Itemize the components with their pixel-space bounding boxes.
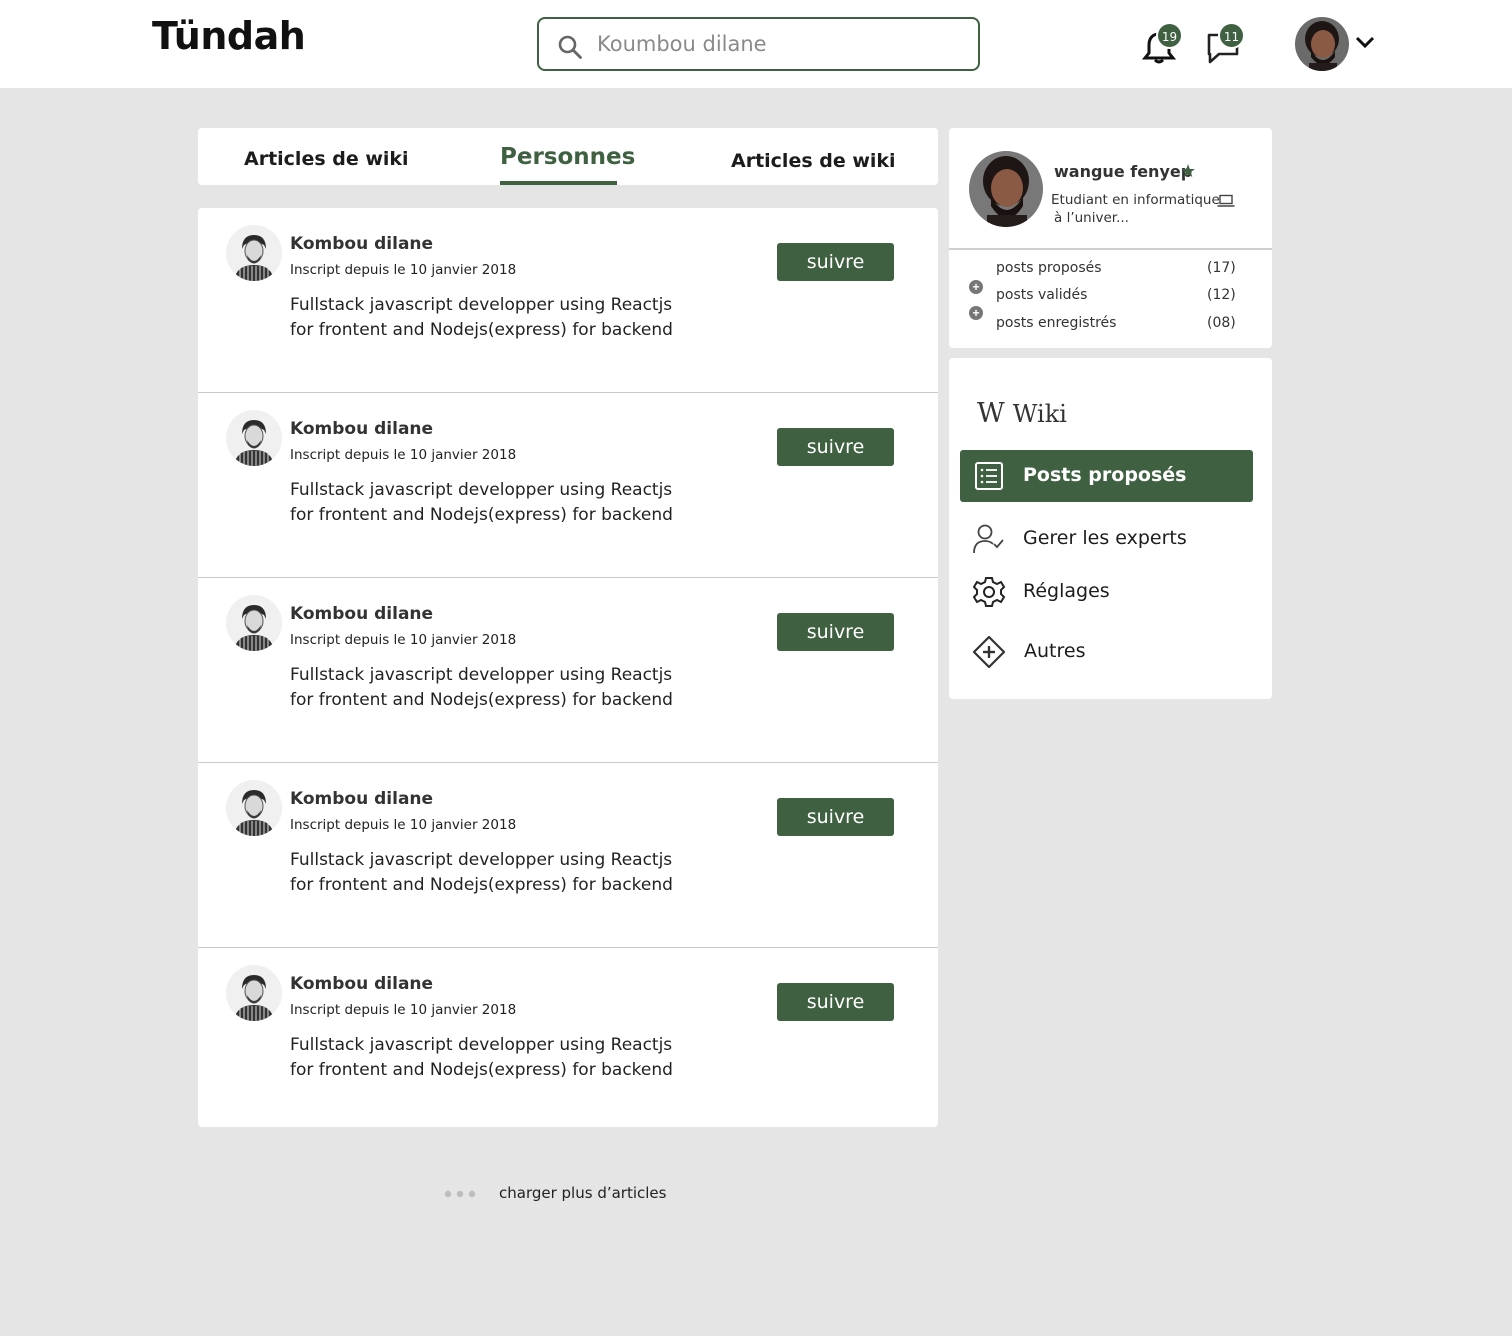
load-more-label[interactable]: charger plus d’articles <box>499 1184 666 1202</box>
stat-posts-valides[interactable]: posts validés <box>996 287 1087 303</box>
nav-reglages[interactable]: Réglages <box>960 566 1253 618</box>
person-since: Inscript depuis le 10 janvier 2018 <box>290 262 517 278</box>
nav-gerer-experts-label: Gerer les experts <box>1023 527 1187 549</box>
nav-reglages-label: Réglages <box>1023 580 1110 602</box>
nav-autres[interactable]: Autres <box>960 626 1253 678</box>
person-description-line2: for frontent and Nodejs(express) for bac… <box>290 690 673 710</box>
tab-bar: Articles de wiki Personnes Articles de w… <box>198 128 938 185</box>
star-icon: ★ <box>1180 161 1197 181</box>
person-name[interactable]: Kombou dilane <box>290 234 433 254</box>
search-box[interactable] <box>537 17 980 71</box>
list-icon <box>975 462 1003 490</box>
search-icon <box>558 35 582 59</box>
person-description: Fullstack javascript developper using Re… <box>290 478 710 528</box>
profile-card: wangue fenyep ★ Etudiant en informatique… <box>949 128 1272 348</box>
nav-posts-proposes[interactable]: Posts proposés <box>960 450 1253 502</box>
nav-posts-proposes-label: Posts proposés <box>1023 464 1187 486</box>
list-item: Kombou dilane Inscript depuis le 10 janvi… <box>198 578 938 763</box>
plus-circle-icon[interactable]: + <box>969 306 983 320</box>
person-description-line2: for frontent and Nodejs(express) for bac… <box>290 875 673 895</box>
wiki-title: W Wiki <box>977 398 1067 429</box>
profile-bio-line2: à l’univer... <box>1054 210 1129 226</box>
notifications-badge: 19 <box>1156 22 1183 49</box>
profile-avatar[interactable] <box>969 151 1043 227</box>
wiki-nav: W Wiki Posts proposés Gerer les experts R… <box>949 358 1272 699</box>
person-description-line2: for frontent and Nodejs(express) for bac… <box>290 505 673 525</box>
plus-circle-icon[interactable]: + <box>969 280 983 294</box>
tab-articles-wiki-2[interactable]: Articles de wiki <box>731 128 896 185</box>
person-since: Inscript depuis le 10 janvier 2018 <box>290 632 517 648</box>
user-avatar[interactable] <box>1295 17 1349 71</box>
person-description-line1: Fullstack javascript developper using Re… <box>290 480 673 500</box>
chevron-down-icon[interactable] <box>1354 34 1376 50</box>
person-since: Inscript depuis le 10 janvier 2018 <box>290 817 517 833</box>
laptop-icon <box>1217 194 1235 207</box>
stat-posts-enregistres[interactable]: posts enregistrés <box>996 315 1116 331</box>
avatar[interactable] <box>226 595 282 651</box>
stat-posts-proposes[interactable]: posts proposés <box>996 260 1102 276</box>
person-description-line1: Fullstack javascript developper using Re… <box>290 1035 673 1055</box>
nav-gerer-experts[interactable]: Gerer les experts <box>960 513 1253 565</box>
nav-autres-label: Autres <box>1024 640 1086 662</box>
person-name[interactable]: Kombou dilane <box>290 789 433 809</box>
follow-button[interactable]: suivre <box>777 243 894 281</box>
follow-button[interactable]: suivre <box>777 613 894 651</box>
follow-button[interactable]: suivre <box>777 798 894 836</box>
avatar[interactable] <box>226 965 282 1021</box>
divider <box>949 248 1272 250</box>
stat-posts-enregistres-count: (08) <box>1207 315 1236 331</box>
messages-badge: 11 <box>1218 22 1245 49</box>
person-description-line1: Fullstack javascript developper using Re… <box>290 850 673 870</box>
person-description: Fullstack javascript developper using Re… <box>290 663 710 713</box>
person-name[interactable]: Kombou dilane <box>290 974 433 994</box>
follow-button[interactable]: suivre <box>777 983 894 1021</box>
person-name[interactable]: Kombou dilane <box>290 604 433 624</box>
logo[interactable]: Tündah <box>152 14 306 58</box>
avatar[interactable] <box>226 225 282 281</box>
tab-articles-wiki[interactable]: Articles de wiki <box>244 128 409 185</box>
search-input[interactable] <box>597 29 957 59</box>
person-description-line2: for frontent and Nodejs(express) for bac… <box>290 1060 673 1080</box>
stat-posts-valides-count: (12) <box>1207 287 1236 303</box>
stat-posts-proposes-count: (17) <box>1207 260 1236 276</box>
avatar[interactable] <box>226 410 282 466</box>
follow-button[interactable]: suivre <box>777 428 894 466</box>
tab-personnes[interactable]: Personnes <box>500 128 635 185</box>
gear-icon <box>972 577 1006 607</box>
dots-icon <box>444 1190 476 1198</box>
wikipedia-w-icon: W <box>977 398 1005 429</box>
list-item: Kombou dilane Inscript depuis le 10 janvi… <box>198 948 938 1133</box>
person-description-line1: Fullstack javascript developper using Re… <box>290 665 673 685</box>
diamond-plus-icon <box>972 636 1006 668</box>
list-item: Kombou dilane Inscript depuis le 10 janvi… <box>198 763 938 948</box>
person-description: Fullstack javascript developper using Re… <box>290 1033 710 1083</box>
person-description: Fullstack javascript developper using Re… <box>290 293 710 343</box>
person-since: Inscript depuis le 10 janvier 2018 <box>290 1002 517 1018</box>
profile-name[interactable]: wangue fenyep <box>1054 162 1192 181</box>
person-name[interactable]: Kombou dilane <box>290 419 433 439</box>
people-list: Kombou dilane Inscript depuis le 10 janvi… <box>198 208 938 1127</box>
person-since: Inscript depuis le 10 janvier 2018 <box>290 447 517 463</box>
active-tab-indicator <box>500 181 617 185</box>
person-description-line2: for frontent and Nodejs(express) for bac… <box>290 320 673 340</box>
user-check-icon <box>973 524 1004 554</box>
profile-bio-line1: Etudiant en informatique <box>1051 192 1220 208</box>
avatar[interactable] <box>226 780 282 836</box>
person-description-line1: Fullstack javascript developper using Re… <box>290 295 673 315</box>
list-item: Kombou dilane Inscript depuis le 10 janvi… <box>198 208 938 393</box>
top-bar: Tündah 19 11 <box>0 0 1512 88</box>
person-description: Fullstack javascript developper using Re… <box>290 848 710 898</box>
list-item: Kombou dilane Inscript depuis le 10 janvi… <box>198 393 938 578</box>
